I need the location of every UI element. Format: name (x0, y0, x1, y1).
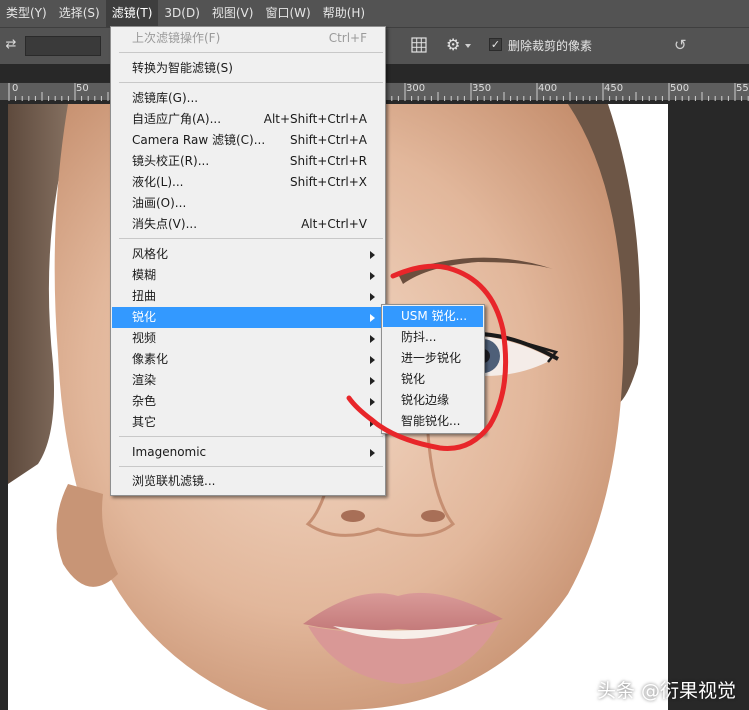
ruler-label: 450 (604, 83, 624, 94)
delete-cropped-checkbox[interactable]: ✓ (489, 38, 502, 51)
menu-item-oil-paint[interactable]: 油画(O)... (112, 193, 384, 214)
menu-separator (119, 436, 383, 437)
ruler-label: 0 (12, 83, 19, 94)
submenu-arrow-icon (370, 377, 375, 385)
filter-dropdown-menu: 上次滤镜操作(F) Ctrl+F 转换为智能滤镜(S) 滤镜库(G)... 自适… (110, 26, 386, 496)
submenu-arrow-icon (370, 251, 375, 259)
menu-item-video[interactable]: 视频 (112, 328, 384, 349)
submenu-item-sharpen[interactable]: 锐化 (383, 369, 483, 390)
menu-3d[interactable]: 3D(D) (158, 0, 205, 27)
menu-separator (119, 82, 383, 83)
menu-type[interactable]: 类型(Y) (0, 0, 53, 27)
menu-item-noise[interactable]: 杂色 (112, 391, 384, 412)
menu-item-stylize[interactable]: 风格化 (112, 244, 384, 265)
menu-item-liquify[interactable]: 液化(L)... Shift+Ctrl+X (112, 172, 384, 193)
submenu-arrow-icon (370, 272, 375, 280)
menu-help[interactable]: 帮助(H) (317, 0, 371, 27)
menu-separator (119, 238, 383, 239)
menu-item-lens-correction[interactable]: 镜头校正(R)... Shift+Ctrl+R (112, 151, 384, 172)
ratio-field[interactable] (25, 36, 101, 56)
menu-view[interactable]: 视图(V) (206, 0, 260, 27)
submenu-arrow-icon (370, 449, 375, 457)
menu-item-convert-smart-filter[interactable]: 转换为智能滤镜(S) (112, 58, 384, 79)
menu-item-vanishing-point[interactable]: 消失点(V)... Alt+Ctrl+V (112, 214, 384, 235)
submenu-item-shake-reduction[interactable]: 防抖... (383, 327, 483, 348)
submenu-item-unsharp-mask[interactable]: USM 锐化... (383, 306, 483, 327)
menu-filter[interactable]: 滤镜(T) (105, 0, 159, 27)
menu-item-adaptive-wide-angle[interactable]: 自适应广角(A)... Alt+Shift+Ctrl+A (112, 109, 384, 130)
submenu-arrow-icon (370, 398, 375, 406)
menu-select[interactable]: 选择(S) (53, 0, 106, 27)
submenu-arrow-icon (370, 335, 375, 343)
ruler-label: 350 (472, 83, 492, 94)
ruler-label: 400 (538, 83, 558, 94)
submenu-item-smart-sharpen[interactable]: 智能锐化... (383, 411, 483, 432)
ruler-label: 50 (76, 83, 89, 94)
menu-item-other[interactable]: 其它 (112, 412, 384, 433)
submenu-item-sharpen-more[interactable]: 进一步锐化 (383, 348, 483, 369)
gear-icon[interactable]: ⚙ (446, 36, 464, 54)
menu-item-render[interactable]: 渲染 (112, 370, 384, 391)
menu-item-camera-raw[interactable]: Camera Raw 滤镜(C)... Shift+Ctrl+A (112, 130, 384, 151)
submenu-arrow-icon (370, 356, 375, 364)
reset-icon[interactable]: ↺ (674, 36, 692, 54)
submenu-arrow-icon (370, 314, 375, 322)
menu-item-pixelate[interactable]: 像素化 (112, 349, 384, 370)
menu-item-imagenomic[interactable]: Imagenomic (112, 442, 384, 463)
menu-window[interactable]: 窗口(W) (259, 0, 316, 27)
swap-icon[interactable]: ⇄ (3, 37, 19, 53)
menu-item-blur[interactable]: 模糊 (112, 265, 384, 286)
submenu-arrow-icon (370, 293, 375, 301)
menu-separator (119, 466, 383, 467)
delete-cropped-label: 删除裁剪的像素 (508, 39, 593, 53)
menu-item-last-filter: 上次滤镜操作(F) Ctrl+F (132, 31, 367, 45)
menu-bar: 类型(Y) 选择(S) 滤镜(T) 3D(D) 视图(V) 窗口(W) 帮助(H… (0, 0, 749, 27)
menu-item-distort[interactable]: 扭曲 (112, 286, 384, 307)
ruler-label: 550 (736, 83, 749, 94)
menu-item-filter-gallery[interactable]: 滤镜库(G)... (112, 88, 384, 109)
submenu-item-sharpen-edges[interactable]: 锐化边缘 (383, 390, 483, 411)
watermark: 头条 @衍果视觉 (597, 680, 737, 702)
ruler-label: 500 (670, 83, 690, 94)
ruler-label: 300 (406, 83, 426, 94)
menu-item-browse-online-filters[interactable]: 浏览联机滤镜... (112, 471, 384, 492)
submenu-arrow-icon (370, 419, 375, 427)
menu-separator (119, 52, 383, 53)
gear-dropdown-icon[interactable] (465, 44, 471, 48)
sharpen-submenu: USM 锐化... 防抖... 进一步锐化 锐化 锐化边缘 智能锐化... (381, 304, 485, 434)
grid-overlay-icon[interactable] (411, 37, 427, 53)
menu-item-sharpen[interactable]: 锐化 (112, 307, 384, 328)
